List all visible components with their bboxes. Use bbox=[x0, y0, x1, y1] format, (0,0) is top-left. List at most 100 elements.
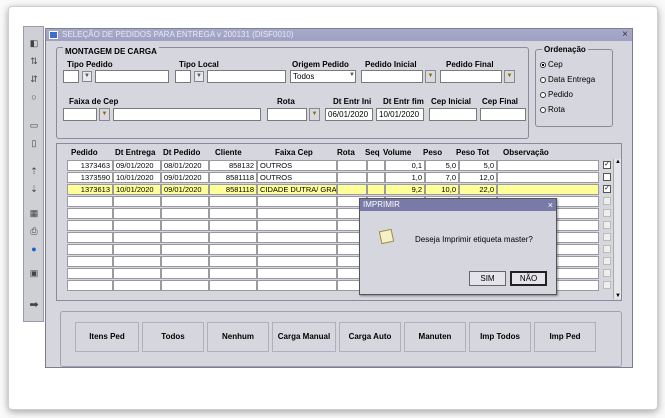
sort-desc-icon[interactable]: ⇵ bbox=[28, 73, 40, 85]
nenhum-button[interactable]: Nenhum bbox=[207, 322, 269, 352]
cell-faixa-cep[interactable] bbox=[257, 244, 337, 255]
col-header-observacao[interactable]: Observação bbox=[503, 148, 549, 157]
cell-dt-pedido[interactable] bbox=[161, 280, 209, 291]
cell-cliente[interactable] bbox=[209, 232, 257, 243]
itens-ped-button[interactable]: Itens Ped bbox=[75, 322, 139, 352]
sort-asc-icon[interactable]: ⇅ bbox=[28, 55, 40, 67]
rota-field[interactable] bbox=[267, 108, 307, 121]
tipo-pedido-code-field[interactable] bbox=[63, 70, 79, 83]
cell-pedido[interactable]: 1373463 bbox=[67, 160, 113, 171]
radio-rota[interactable]: Rota bbox=[540, 105, 565, 114]
col-header-cliente[interactable]: Cliente bbox=[215, 148, 242, 157]
cell-cliente[interactable] bbox=[209, 196, 257, 207]
row-checkbox[interactable] bbox=[603, 233, 611, 241]
cell-rota[interactable] bbox=[337, 172, 367, 183]
cell-dt-pedido[interactable] bbox=[161, 220, 209, 231]
rota-lov-button[interactable]: ▼ bbox=[309, 108, 320, 121]
cell-dt-entrega[interactable]: 10/01/2020 bbox=[113, 184, 161, 195]
nao-button[interactable]: NÃO bbox=[510, 271, 547, 286]
cell-pedido[interactable]: 1373613 bbox=[67, 184, 113, 195]
cell-faixa-cep[interactable] bbox=[257, 280, 337, 291]
cell-volume[interactable]: 0,1 bbox=[385, 160, 425, 171]
todos-button[interactable]: Todos bbox=[142, 322, 204, 352]
col-header-dt-entrega[interactable]: Dt Entrega bbox=[115, 148, 155, 157]
grid-scrollbar[interactable]: ▲ ▼ bbox=[613, 159, 621, 299]
cell-seq[interactable] bbox=[367, 172, 385, 183]
carga-auto-button[interactable]: Carga Auto bbox=[339, 322, 401, 352]
cell-cliente[interactable] bbox=[209, 220, 257, 231]
col-header-peso-tot[interactable]: Peso Tot bbox=[456, 148, 489, 157]
row-checkbox[interactable] bbox=[603, 197, 611, 205]
cell-dt-pedido[interactable] bbox=[161, 196, 209, 207]
col-header-rota[interactable]: Rota bbox=[337, 148, 355, 157]
cell-faixa-cep[interactable] bbox=[257, 196, 337, 207]
row-checkbox[interactable] bbox=[603, 173, 611, 181]
tipo-local-dropdown-icon[interactable]: ▼ bbox=[194, 71, 204, 82]
col-header-faixa-cep[interactable]: Faixa Cep bbox=[275, 148, 313, 157]
cell-rota[interactable] bbox=[337, 184, 367, 195]
cell-cliente[interactable] bbox=[209, 244, 257, 255]
row-checkbox[interactable]: ✓ bbox=[603, 185, 611, 193]
cell-dt-pedido[interactable] bbox=[161, 232, 209, 243]
tipo-pedido-dropdown-icon[interactable]: ▼ bbox=[82, 71, 92, 82]
cell-observacao[interactable] bbox=[497, 172, 599, 183]
cell-dt-pedido[interactable] bbox=[161, 244, 209, 255]
cell-peso-tot[interactable]: 22,0 bbox=[459, 184, 497, 195]
cell-dt-entrega[interactable]: 09/01/2020 bbox=[113, 160, 161, 171]
cell-dt-pedido[interactable]: 08/01/2020 bbox=[161, 160, 209, 171]
help-icon[interactable]: ● bbox=[28, 243, 40, 255]
cell-dt-entrega[interactable] bbox=[113, 232, 161, 243]
cell-faixa-cep[interactable] bbox=[257, 220, 337, 231]
pedido-inicial-field[interactable] bbox=[361, 70, 423, 83]
col-header-peso[interactable]: Peso bbox=[423, 148, 442, 157]
cep-final-field[interactable] bbox=[480, 108, 526, 121]
cell-dt-entrega[interactable] bbox=[113, 196, 161, 207]
row-checkbox[interactable] bbox=[603, 221, 611, 229]
radio-data-entrega[interactable]: Data Entrega bbox=[540, 75, 595, 84]
cell-rota[interactable] bbox=[337, 160, 367, 171]
col-header-pedido[interactable]: Pedido bbox=[71, 148, 98, 157]
col-header-volume[interactable]: Volume bbox=[383, 148, 411, 157]
tipo-pedido-desc-field[interactable] bbox=[95, 70, 169, 83]
cell-dt-entrega[interactable] bbox=[113, 208, 161, 219]
cell-pedido[interactable] bbox=[67, 208, 113, 219]
cell-dt-entrega[interactable] bbox=[113, 244, 161, 255]
cell-cliente[interactable] bbox=[209, 268, 257, 279]
pedido-final-lov-button[interactable]: ▼ bbox=[504, 70, 515, 83]
cell-cliente[interactable] bbox=[209, 280, 257, 291]
imp-todos-button[interactable]: Imp Todos bbox=[469, 322, 531, 352]
tipo-local-code-field[interactable] bbox=[175, 70, 191, 83]
cell-dt-entrega[interactable] bbox=[113, 256, 161, 267]
dt-entr-ini-field[interactable]: 06/01/2020 bbox=[325, 108, 373, 121]
cell-seq[interactable] bbox=[367, 184, 385, 195]
document-icon[interactable]: ▭ bbox=[28, 119, 40, 131]
exit-icon[interactable]: ➡ bbox=[28, 299, 40, 311]
imp-ped-button[interactable]: Imp Ped bbox=[534, 322, 596, 352]
origem-pedido-chevron-icon[interactable]: ▼ bbox=[347, 71, 357, 82]
cell-peso-tot[interactable]: 5,0 bbox=[459, 160, 497, 171]
print-icon[interactable]: ⎙ bbox=[28, 225, 40, 237]
cell-peso-tot[interactable]: 12,0 bbox=[459, 172, 497, 183]
col-header-seq[interactable]: Seq bbox=[365, 148, 380, 157]
cell-pedido[interactable] bbox=[67, 196, 113, 207]
sim-button[interactable]: SIM bbox=[469, 271, 506, 286]
cep-inicial-field[interactable] bbox=[429, 108, 477, 121]
dt-entr-fim-field[interactable]: 10/01/2020 bbox=[376, 108, 424, 121]
cell-peso[interactable]: 5,0 bbox=[425, 160, 459, 171]
close-icon[interactable]: × bbox=[548, 199, 553, 211]
cell-pedido[interactable] bbox=[67, 280, 113, 291]
cell-cliente[interactable]: 8581118 bbox=[209, 184, 257, 195]
cell-faixa-cep[interactable]: CIDADE DUTRA/ GRA bbox=[257, 184, 337, 195]
cell-dt-entrega[interactable]: 10/01/2020 bbox=[113, 172, 161, 183]
up-arrow-icon[interactable]: ⇡ bbox=[28, 165, 40, 177]
faixa-cep-code-field[interactable] bbox=[63, 108, 97, 121]
cell-cliente[interactable]: 8581118 bbox=[209, 172, 257, 183]
cell-pedido[interactable] bbox=[67, 232, 113, 243]
cell-faixa-cep[interactable] bbox=[257, 268, 337, 279]
edit-icon[interactable]: ▦ bbox=[28, 207, 40, 219]
cell-dt-entrega[interactable] bbox=[113, 268, 161, 279]
cell-pedido[interactable] bbox=[67, 268, 113, 279]
page-icon[interactable]: ▯ bbox=[28, 137, 40, 149]
cell-cliente[interactable] bbox=[209, 208, 257, 219]
down-arrow-icon[interactable]: ⇣ bbox=[28, 183, 40, 195]
